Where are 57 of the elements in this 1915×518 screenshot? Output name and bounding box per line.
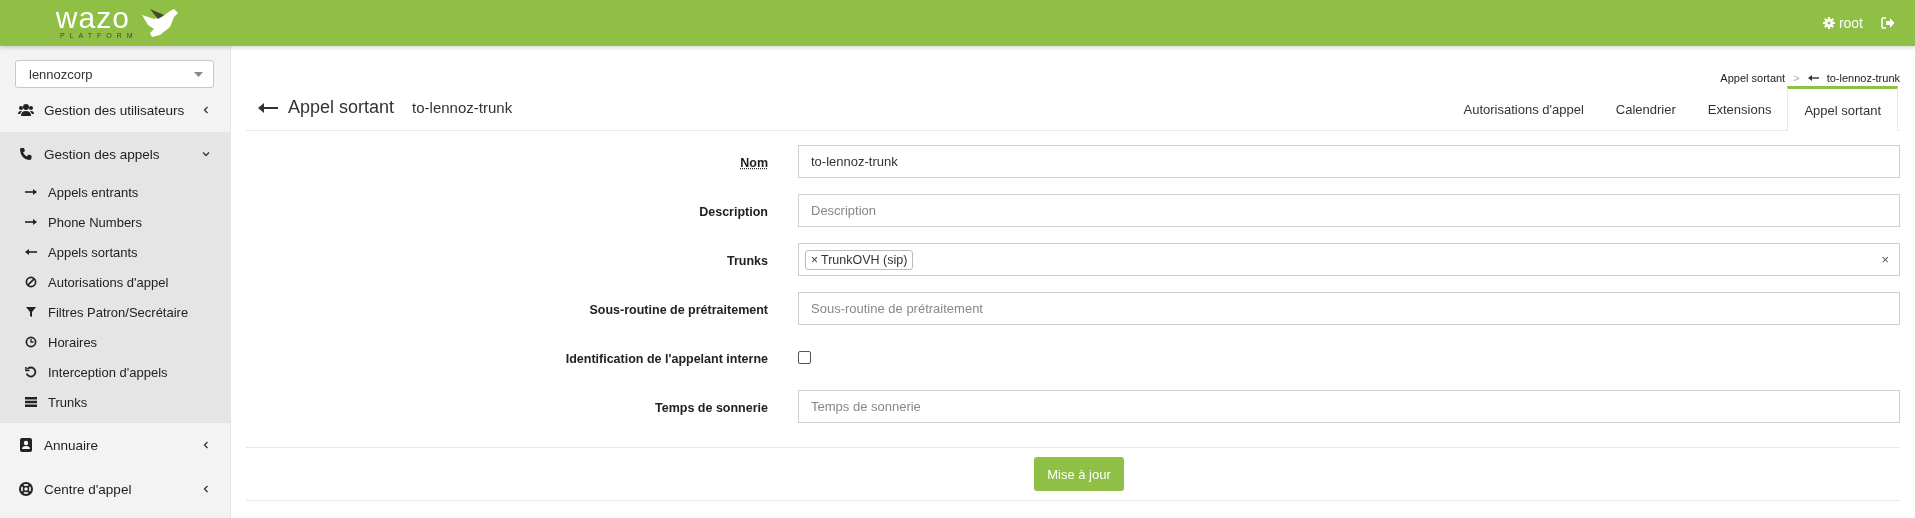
- page-subtitle: to-lennoz-trunk: [412, 99, 513, 116]
- chevron-left-icon: [202, 441, 210, 449]
- chevron-left-icon: [202, 485, 210, 493]
- chevron-down-icon: [202, 150, 210, 158]
- input-field[interactable]: Description: [798, 194, 1900, 227]
- submenu-item[interactable]: Interception d'appels: [0, 357, 230, 387]
- input-field[interactable]: to-lennoz-trunk: [798, 145, 1900, 178]
- dropdown-caret-icon: [194, 71, 203, 77]
- field-label: Sous-routine de prétraitement: [589, 302, 768, 317]
- arrow-left-icon: [24, 246, 38, 258]
- field-label: Trunks: [727, 253, 768, 268]
- multi-select-field[interactable]: × TrunkOVH (sip) ×: [798, 243, 1900, 276]
- undo-icon: [24, 366, 38, 378]
- life-ring-icon: [18, 482, 34, 496]
- phone-icon: [18, 147, 34, 161]
- chevron-left-icon: [202, 106, 210, 114]
- users-icon: [18, 103, 34, 117]
- menu-item[interactable]: Gestion des appels: [0, 132, 230, 176]
- logo-text: wazo: [55, 5, 130, 31]
- breadcrumb-link[interactable]: Appel sortant: [1720, 72, 1786, 84]
- submenu-item[interactable]: Filtres Patron/Secrétaire: [0, 297, 230, 327]
- tag-label: TrunkOVH (sip): [821, 252, 908, 267]
- tab[interactable]: Autorisations d'appel: [1447, 86, 1600, 130]
- field-label: Description: [699, 204, 768, 219]
- ban-icon: [24, 276, 38, 288]
- menu-item[interactable]: Centre d'appel: [0, 467, 230, 511]
- clock-icon: [24, 336, 38, 348]
- tenant-select[interactable]: lennozcorp: [15, 60, 214, 88]
- arrow-left-icon: [1807, 74, 1819, 82]
- contact-card-icon: [18, 438, 34, 452]
- back-arrow-icon[interactable]: [258, 101, 278, 114]
- tab[interactable]: Extensions: [1691, 86, 1788, 130]
- breadcrumb-current: to-lennoz-trunk: [1826, 72, 1900, 84]
- tab[interactable]: Calendrier: [1599, 86, 1692, 130]
- clear-button[interactable]: ×: [1881, 252, 1889, 267]
- field-label: Identification de l'appelant interne: [565, 351, 768, 366]
- submenu-item[interactable]: Autorisations d'appel: [0, 267, 230, 297]
- submenu-item[interactable]: Trunks: [0, 387, 230, 417]
- arrow-right-icon: [24, 186, 38, 198]
- page-title: Appel sortant: [288, 97, 395, 118]
- breadcrumb-separator: >: [1793, 72, 1800, 84]
- submenu-item[interactable]: Phone Numbers: [0, 207, 230, 237]
- server-icon: [24, 396, 38, 408]
- filter-icon: [24, 306, 38, 318]
- field-label: Temps de sonnerie: [655, 400, 768, 415]
- input-field[interactable]: Sous-routine de prétraitement: [798, 292, 1900, 325]
- menu-item[interactable]: Gestion des utilisateurs: [0, 88, 230, 132]
- submenu-item[interactable]: Appels sortants: [0, 237, 230, 267]
- arrow-right-icon: [24, 216, 38, 228]
- submenu-item[interactable]: Horaires: [0, 327, 230, 357]
- checkbox[interactable]: [798, 351, 811, 364]
- menu-item[interactable]: Annuaire: [0, 423, 230, 467]
- submenu-item[interactable]: Appels entrants: [0, 177, 230, 207]
- field-label: Nom: [740, 155, 768, 170]
- tab[interactable]: Appel sortant: [1787, 86, 1898, 131]
- input-field[interactable]: Temps de sonnerie: [798, 390, 1900, 423]
- remove-tag-button[interactable]: ×: [811, 252, 818, 267]
